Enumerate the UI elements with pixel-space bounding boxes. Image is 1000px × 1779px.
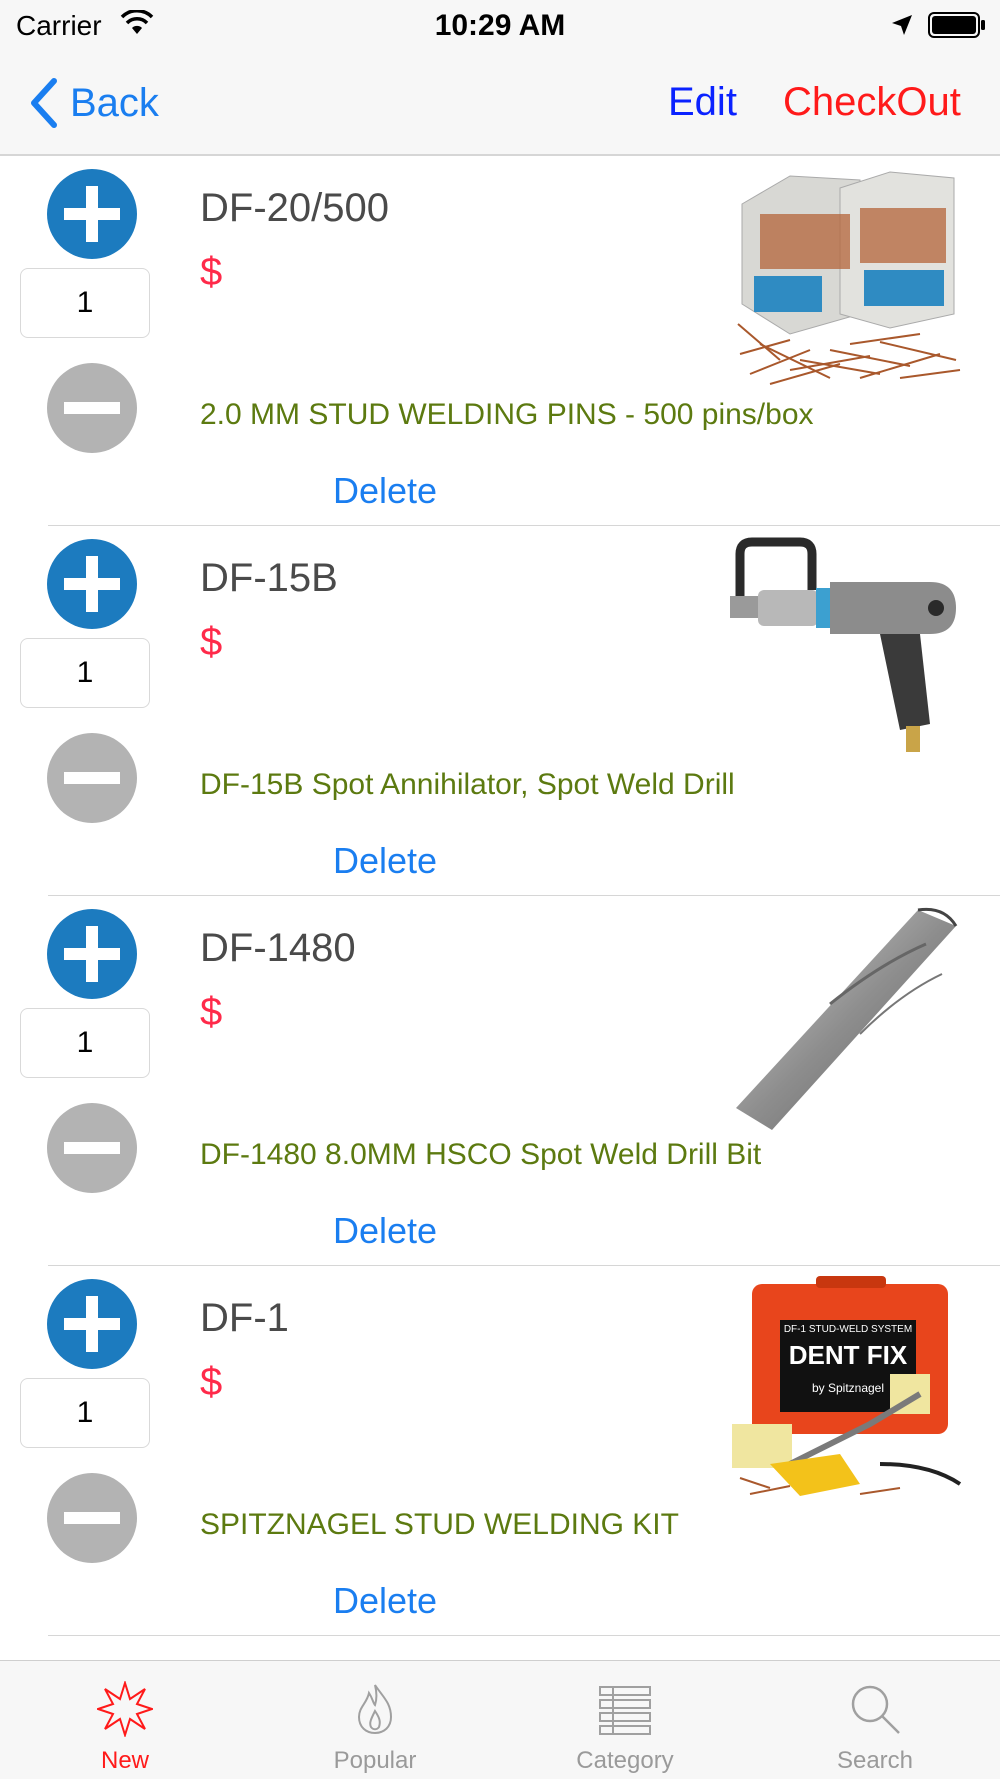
- decrease-quantity-button[interactable]: [46, 1472, 138, 1564]
- item-description: DF-15B Spot Annihilator, Spot Weld Drill: [200, 768, 735, 801]
- tab-category[interactable]: Category: [500, 1661, 750, 1779]
- item-price: $: [200, 620, 223, 664]
- cart-item-row: DF-15B $ DF-15B Spot Annihilator, Spot W…: [0, 526, 1000, 896]
- increase-quantity-button[interactable]: [46, 168, 138, 260]
- battery-icon: [928, 12, 985, 38]
- delete-item-button[interactable]: Delete: [333, 470, 437, 512]
- navigation-bar: Back Edit CheckOut: [0, 50, 1000, 156]
- decrease-quantity-button[interactable]: [46, 1102, 138, 1194]
- item-price: $: [200, 990, 223, 1034]
- tab-popular-label: Popular: [333, 1747, 417, 1774]
- increase-quantity-button[interactable]: [46, 538, 138, 630]
- chevron-left-icon: [31, 78, 57, 128]
- clock: 10:29 AM: [434, 9, 566, 42]
- delete-item-button[interactable]: Delete: [333, 1580, 437, 1622]
- quantity-field[interactable]: [20, 1378, 150, 1448]
- flame-icon: [357, 1684, 393, 1735]
- back-button[interactable]: Back: [28, 78, 159, 128]
- cart-item-row: DF-20/500 $ 2.0 MM STUD WELDING PINS - 5…: [0, 156, 1000, 526]
- quantity-field[interactable]: [20, 1008, 150, 1078]
- product-image-spot-weld-drill: [730, 537, 956, 752]
- item-description: 2.0 MM STUD WELDING PINS - 500 pins/box: [200, 398, 814, 431]
- status-bar: Carrier 10:29 AM: [0, 0, 1000, 50]
- kit-subtitle-text: by Spitznagel: [812, 1381, 884, 1395]
- product-image-stud-welding-kit: DF-1 STUD-WELD SYSTEM DENT FIX by Spitzn…: [732, 1276, 962, 1496]
- quantity-field[interactable]: [20, 268, 150, 338]
- increase-quantity-button[interactable]: [46, 1278, 138, 1370]
- tab-search[interactable]: Search: [750, 1661, 1000, 1779]
- decrease-quantity-button[interactable]: [46, 362, 138, 454]
- cart-item-row: DF-1 $ SPITZNAGEL STUD WELDING KIT Delet…: [0, 1266, 1000, 1636]
- product-image-drill-bit: [736, 907, 958, 1130]
- search-icon: [851, 1685, 900, 1734]
- item-sku: DF-1: [200, 1296, 289, 1340]
- item-sku: DF-1480: [200, 926, 356, 970]
- edit-button[interactable]: Edit: [668, 80, 737, 125]
- quantity-field[interactable]: [20, 638, 150, 708]
- item-price: $: [200, 1360, 223, 1404]
- cart-item-row: DF-1480 $ DF-1480 8.0MM HSCO Spot Weld D…: [0, 896, 1000, 1266]
- tab-new-label: New: [100, 1747, 149, 1774]
- delete-item-button[interactable]: Delete: [333, 1210, 437, 1252]
- delete-item-button[interactable]: Delete: [333, 840, 437, 882]
- increase-quantity-button[interactable]: [46, 908, 138, 1000]
- new-burst-icon: [97, 1681, 153, 1737]
- tab-category-label: Category: [576, 1747, 674, 1774]
- item-sku: DF-15B: [200, 556, 338, 600]
- back-button-label: Back: [70, 80, 159, 125]
- kit-label-text: DF-1 STUD-WELD SYSTEM: [784, 1324, 912, 1335]
- tab-new[interactable]: New: [0, 1661, 250, 1779]
- row-divider: [48, 1634, 1000, 1636]
- product-image-stud-pins: [737, 171, 961, 385]
- tab-bar: New Popular Category Search: [0, 1660, 1000, 1779]
- tab-search-label: Search: [836, 1747, 914, 1774]
- tab-popular[interactable]: Popular: [250, 1661, 500, 1779]
- list-icon: [599, 1686, 651, 1735]
- location-arrow-icon: [892, 15, 912, 35]
- item-description: DF-1480 8.0MM HSCO Spot Weld Drill Bit: [200, 1138, 762, 1171]
- item-description: SPITZNAGEL STUD WELDING KIT: [200, 1508, 679, 1541]
- item-sku: DF-20/500: [200, 186, 389, 230]
- checkout-button[interactable]: CheckOut: [783, 80, 961, 125]
- item-price: $: [200, 250, 223, 294]
- decrease-quantity-button[interactable]: [46, 732, 138, 824]
- kit-brand-text: DENT FIX: [789, 1340, 908, 1370]
